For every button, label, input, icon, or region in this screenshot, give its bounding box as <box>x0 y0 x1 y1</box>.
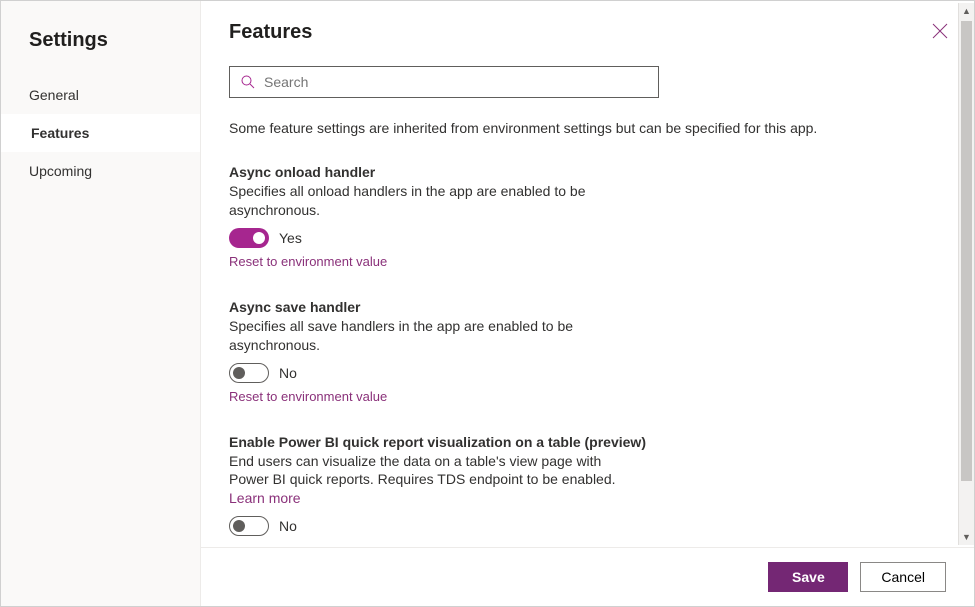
footer: Save Cancel <box>201 547 974 606</box>
content-scroll: Features Some feature settings are inher… <box>201 1 974 547</box>
sidebar-title: Settings <box>1 19 200 76</box>
sidebar-item-features[interactable]: Features <box>1 114 200 152</box>
toggle-knob <box>233 520 245 532</box>
sidebar-item-general[interactable]: General <box>1 76 200 114</box>
feature-async-onload: Async onload handler Specifies all onloa… <box>229 164 926 269</box>
toggle-knob <box>253 232 265 244</box>
sidebar-item-upcoming[interactable]: Upcoming <box>1 152 200 190</box>
toggle-knob <box>233 367 245 379</box>
search-input[interactable] <box>264 74 648 90</box>
save-button[interactable]: Save <box>768 562 848 592</box>
toggle-async-save[interactable] <box>229 363 269 383</box>
toggle-label: No <box>279 518 297 534</box>
feature-powerbi-quick-report: Enable Power BI quick report visualizati… <box>229 434 926 537</box>
toggle-label: No <box>279 365 297 381</box>
toggle-async-onload[interactable] <box>229 228 269 248</box>
sidebar: Settings General Features Upcoming <box>1 1 201 606</box>
feature-desc: Specifies all save handlers in the app a… <box>229 317 629 355</box>
feature-title: Async onload handler <box>229 164 926 180</box>
close-icon <box>932 23 948 39</box>
learn-more-link[interactable]: Learn more <box>229 490 301 506</box>
reset-link[interactable]: Reset to environment value <box>229 254 387 269</box>
scrollbar-thumb[interactable] <box>961 21 972 481</box>
feature-title: Async save handler <box>229 299 926 315</box>
feature-title: Enable Power BI quick report visualizati… <box>229 434 926 450</box>
page-title: Features <box>229 21 926 44</box>
close-button[interactable] <box>932 23 948 42</box>
main-panel: Features Some feature settings are inher… <box>201 1 974 606</box>
feature-desc-text: End users can visualize the data on a ta… <box>229 453 616 488</box>
scroll-down-icon[interactable]: ▼ <box>959 529 974 545</box>
search-icon <box>240 74 256 90</box>
scrollbar[interactable]: ▲ ▼ <box>958 3 974 545</box>
toggle-powerbi[interactable] <box>229 516 269 536</box>
feature-desc: End users can visualize the data on a ta… <box>229 452 629 509</box>
cancel-button[interactable]: Cancel <box>860 562 946 592</box>
intro-text: Some feature settings are inherited from… <box>229 120 926 136</box>
feature-desc: Specifies all onload handlers in the app… <box>229 182 629 220</box>
search-box[interactable] <box>229 66 659 98</box>
scroll-up-icon[interactable]: ▲ <box>959 3 974 19</box>
feature-async-save: Async save handler Specifies all save ha… <box>229 299 926 404</box>
toggle-label: Yes <box>279 230 302 246</box>
reset-link[interactable]: Reset to environment value <box>229 389 387 404</box>
